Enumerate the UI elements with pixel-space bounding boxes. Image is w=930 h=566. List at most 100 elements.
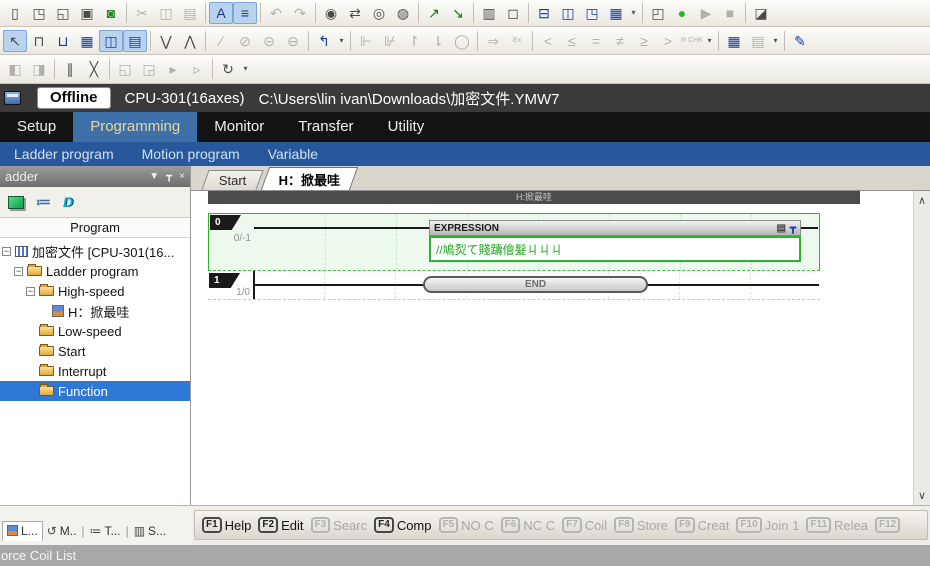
window-arrange-icon[interactable]: ▦ [604,2,628,24]
register-list-icon[interactable]: ◰ [646,2,670,24]
submenu-ladder-program[interactable]: Ladder program [0,142,128,166]
watch-list-icon[interactable]: ▤ [746,30,770,52]
tab-h-program[interactable]: H：掀最哇 [261,167,359,190]
falling-pulse-icon[interactable]: ⇂ [426,30,450,52]
fkey-f5-button[interactable]: F5NO C [439,517,494,533]
insert-row-icon[interactable]: ▤ [123,30,147,52]
coil-icon[interactable]: ◯ [450,30,474,52]
select-mode-icon[interactable]: ↖ [3,30,27,52]
window-fit-icon[interactable]: ◳ [580,2,604,24]
panel-close-icon[interactable]: × [179,171,185,182]
compare-dropdown-icon[interactable]: ▾ [704,30,715,52]
panel-collapse-icon[interactable]: ▼ [149,171,159,182]
bookmark-clear-icon[interactable]: ▹ [185,58,209,80]
expression-text[interactable]: //鳩烮て賤躊儈髮ㄐㄐㄐ [429,236,801,262]
expander-icon[interactable] [14,267,23,276]
redo-icon[interactable]: ↷ [288,2,312,24]
tree-item-h-program[interactable]: H：掀最哇 [0,301,190,321]
grid-display-icon[interactable]: ▦ [75,30,99,52]
fkey-f1-button[interactable]: F1Help [202,517,251,533]
tree-item-high-speed[interactable]: High-speed [0,281,190,301]
tree-item-ladder-program[interactable]: Ladder program [0,261,190,281]
menu-setup[interactable]: Setup [0,112,73,142]
coil-closed-icon[interactable]: ⊖ [281,30,305,52]
compare-gt-icon[interactable]: > [656,30,680,52]
delete-selection-icon[interactable]: ╳ [82,58,106,80]
fkey-f6-button[interactable]: F6NC C [501,517,555,533]
print-icon[interactable]: ▥ [477,2,501,24]
bottom-tab-transfer[interactable]: ≔ T... [86,522,125,540]
loop-back-icon[interactable]: ↻ [216,58,240,80]
fkey-f2-button[interactable]: F2Edit [258,517,303,533]
tree-item-interrupt[interactable]: Interrupt [0,361,190,381]
zoom-icon[interactable]: ◍ [391,2,415,24]
cross-reference-icon[interactable]: ↗ [422,2,446,24]
comment-display-icon[interactable]: A [209,2,233,24]
paste-icon[interactable]: ▤ [178,2,202,24]
compile-list-icon[interactable]: ≔ [36,193,51,211]
pin-icon[interactable]: ┳ [790,223,796,234]
tree-item-low-speed[interactable]: Low-speed [0,321,190,341]
menu-programming[interactable]: Programming [73,112,197,142]
force-off-icon[interactable]: ⊘ [233,30,257,52]
open-project-icon[interactable]: ◳ [27,2,51,24]
insert-row-above-icon[interactable]: ⋀ [178,30,202,52]
drag-store-icon[interactable]: ◱ [113,58,137,80]
range-check-icon[interactable]: R CHK [680,30,704,52]
fkey-f3-button[interactable]: F3Searc [311,517,368,533]
fkey-f10-button[interactable]: F10Join 1 [736,517,799,533]
run-icon[interactable]: ▶ [694,2,718,24]
rung-1[interactable]: 1 1/0 END [208,272,820,300]
print-preview-icon[interactable]: ◻ [501,2,525,24]
copy-icon[interactable]: ◫ [154,2,178,24]
find-icon[interactable]: ◉ [319,2,343,24]
transfer-write-icon[interactable]: ◙ [99,2,123,24]
engineering-manager-icon[interactable]: ◪ [749,2,773,24]
online-indicator-icon[interactable]: ● [670,2,694,24]
bottom-tab-ladder[interactable]: L... [2,521,43,541]
compare-ge-icon[interactable]: ≥ [632,30,656,52]
rung-0[interactable]: 0 0/-1 EXPRESSION ▤ ┳ //鳩烮て賤躊儈髮ㄐㄐㄐ [208,213,820,271]
stop-icon[interactable]: ■ [718,2,742,24]
fkey-f11-button[interactable]: F11Relea [806,517,868,533]
split-horizontal-icon[interactable]: ⊟ [532,2,556,24]
new-file-icon[interactable]: ▯ [3,2,27,24]
expander-icon[interactable] [2,247,11,256]
ladder-canvas[interactable]: H:掀最哇 0 0/-1 EXPRESSION ▤ ┳ [191,191,930,505]
insert-rung-icon[interactable]: ⊓ [27,30,51,52]
end-instruction-block[interactable]: END [423,276,648,293]
bottom-tab-motion[interactable]: ↺ M.. [43,522,81,540]
no-contact-icon[interactable]: ⊩ [354,30,378,52]
insert-row-below-icon[interactable]: ⋁ [154,30,178,52]
table-display-icon[interactable]: ▦ [722,30,746,52]
cross-reference-next-icon[interactable]: ↘ [446,2,470,24]
nc-contact-icon[interactable]: ⊮ [378,30,402,52]
menu-utility[interactable]: Utility [371,112,442,142]
watch-dropdown-icon[interactable]: ▾ [770,30,781,52]
expander-icon[interactable] [26,287,35,296]
rising-pulse-icon[interactable]: ↾ [402,30,426,52]
compare-lt-icon[interactable]: < [536,30,560,52]
force-on-icon[interactable]: ⁄ [209,30,233,52]
cut-icon[interactable]: ✂ [130,2,154,24]
tab-start[interactable]: Start [201,170,264,190]
undo-icon[interactable]: ↶ [264,2,288,24]
store-instruction-icon[interactable]: ⇒ [481,30,505,52]
expression-block[interactable]: EXPRESSION ▤ ┳ //鳩烮て賤躊儈髮ㄐㄐㄐ [429,220,801,262]
replace-icon[interactable]: ⇄ [343,2,367,24]
bottom-tab-system[interactable]: ▥ S... [130,522,170,540]
tree-item-function[interactable]: Function [0,381,190,401]
insert-cell-after-icon[interactable]: ◨ [27,58,51,80]
coil-open-icon[interactable]: ⊝ [257,30,281,52]
save-file-icon[interactable]: ▣ [75,2,99,24]
fkey-f12-button[interactable]: F12 [875,517,903,533]
window-arrange-dropdown-icon[interactable]: ▾ [628,2,639,24]
tree-item-start[interactable]: Start [0,341,190,361]
find-in-project-icon[interactable]: ◎ [367,2,391,24]
fkey-f8-button[interactable]: F8Store [614,517,668,533]
fkey-f9-button[interactable]: F9Creat [675,517,729,533]
vertical-scrollbar[interactable]: ∧ ∨ [913,191,930,505]
offline-status-button[interactable]: Offline [37,87,111,109]
submenu-variable[interactable]: Variable [254,142,332,166]
bookmark-set-icon[interactable]: ▸ [161,58,185,80]
